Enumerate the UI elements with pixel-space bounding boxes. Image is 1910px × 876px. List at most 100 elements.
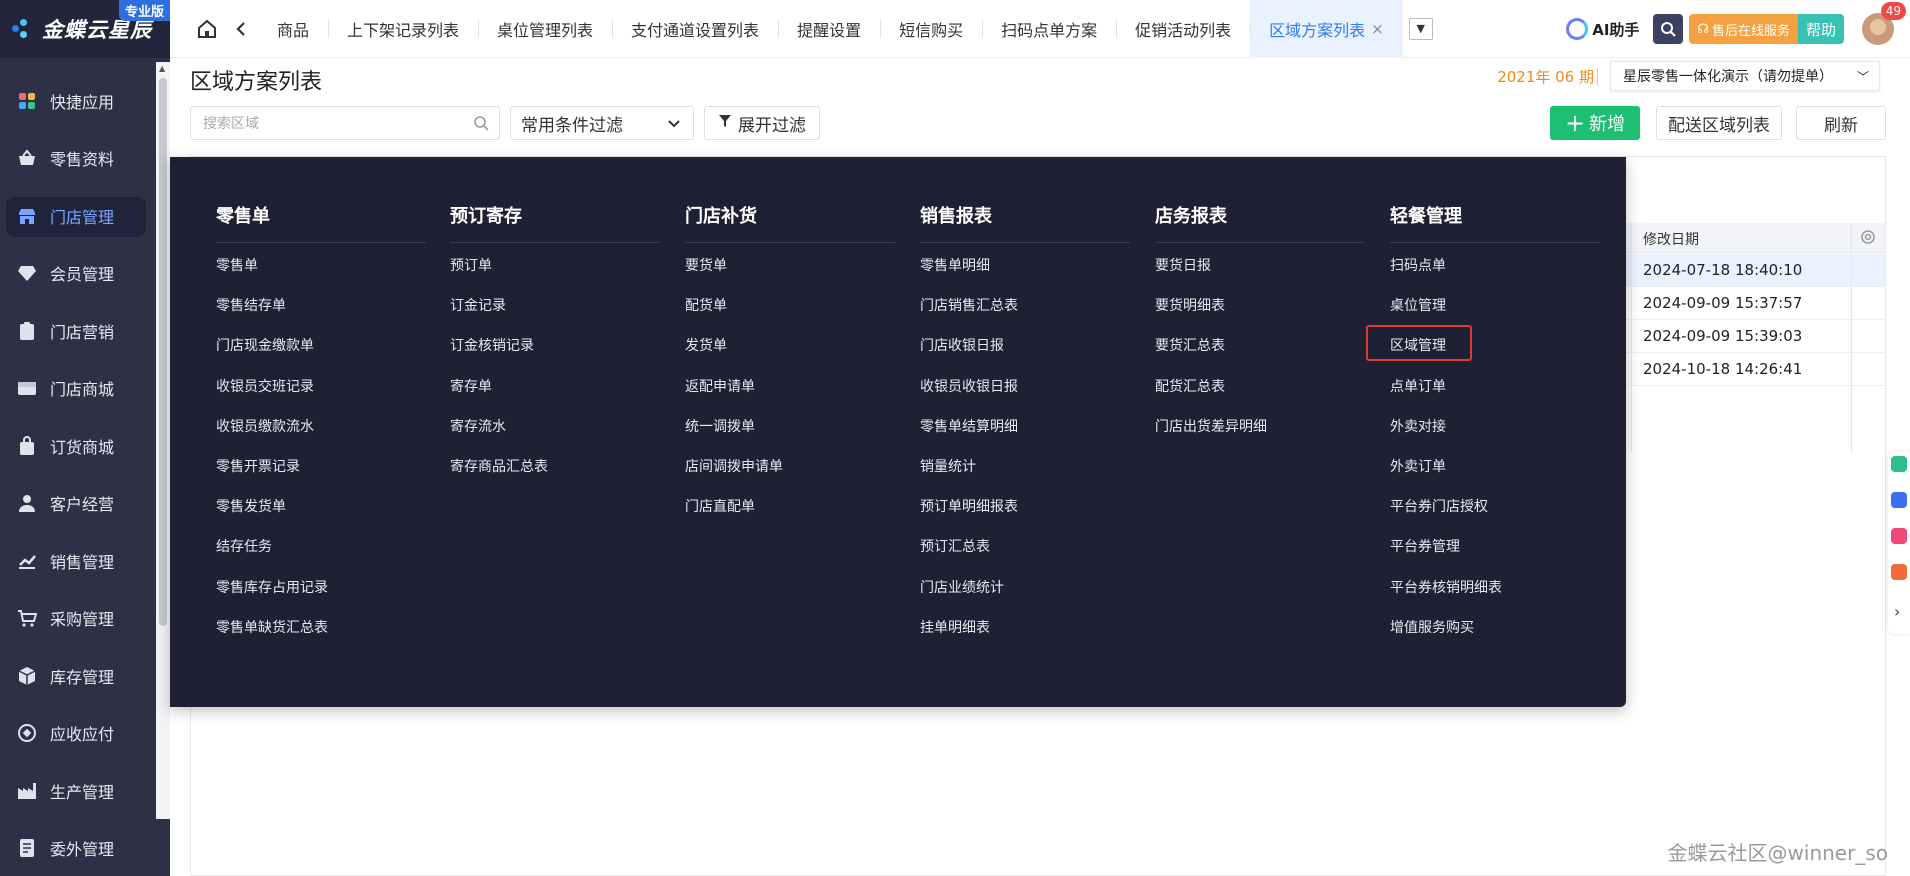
gift-icon[interactable] xyxy=(1891,564,1907,580)
accounting-period[interactable]: 2021年 06 期 xyxy=(1497,66,1594,87)
menu-item[interactable]: 门店出货差异明细 xyxy=(1155,418,1365,458)
delivery-area-list-button[interactable]: 配送区域列表 xyxy=(1656,106,1782,140)
sidebar-item-production[interactable]: 生产管理 xyxy=(0,762,170,820)
menu-item[interactable]: 配货单 xyxy=(685,297,895,337)
search-icon[interactable] xyxy=(473,115,489,135)
menu-item[interactable]: 寄存流水 xyxy=(450,418,660,458)
tab-overflow-dropdown[interactable]: ▼ xyxy=(1408,17,1433,40)
sidebar-item-quick-apps[interactable]: 快捷应用 xyxy=(0,72,170,130)
sidebar-scrollbar[interactable]: ▲ xyxy=(156,62,170,819)
tab-sms-purchase[interactable]: 短信购买 xyxy=(880,0,982,58)
tab-reminder-settings[interactable]: 提醒设置 xyxy=(778,0,880,58)
menu-item[interactable]: 门店直配单 xyxy=(685,498,895,538)
menu-item[interactable]: 零售单结算明细 xyxy=(920,418,1130,458)
menu-item[interactable]: 订金核销记录 xyxy=(450,337,660,377)
menu-item[interactable]: 发货单 xyxy=(685,337,895,377)
common-filter-select[interactable]: 常用条件过滤 xyxy=(510,106,694,140)
global-search-button[interactable] xyxy=(1653,14,1684,44)
sidebar-item-label: 库存管理 xyxy=(50,667,115,687)
menu-item[interactable]: 门店销售汇总表 xyxy=(920,297,1130,337)
tab-shelf-records[interactable]: 上下架记录列表 xyxy=(328,0,478,58)
chevron-right-icon[interactable]: › xyxy=(1894,602,1900,621)
menu-item[interactable]: 寄存商品汇总表 xyxy=(450,458,660,498)
menu-item[interactable]: 增值服务购买 xyxy=(1390,619,1600,659)
menu-item[interactable]: 零售库存占用记录 xyxy=(216,579,426,619)
menu-item[interactable]: 零售结存单 xyxy=(216,297,426,337)
chat-icon[interactable] xyxy=(1891,492,1907,508)
menu-item[interactable]: 零售单明细 xyxy=(920,257,1130,297)
menu-item[interactable]: 平台券管理 xyxy=(1390,538,1600,578)
menu-item[interactable]: 要货明细表 xyxy=(1155,297,1365,337)
tab-scan-order-plan[interactable]: 扫码点单方案 xyxy=(982,0,1116,58)
menu-item[interactable]: 返配申请单 xyxy=(685,378,895,418)
menu-item[interactable]: 店间调拨申请单 xyxy=(685,458,895,498)
menu-item[interactable]: 寄存单 xyxy=(450,378,660,418)
menu-item[interactable]: 零售开票记录 xyxy=(216,458,426,498)
tab-area-plan-list[interactable]: 区域方案列表 × xyxy=(1250,0,1403,58)
sidebar-item-order-mall[interactable]: 订货商城 xyxy=(0,417,170,475)
sidebar-item-store-marketing[interactable]: 门店营销 xyxy=(0,302,170,360)
refresh-button[interactable]: 刷新 xyxy=(1796,106,1886,140)
menu-item[interactable]: 配货汇总表 xyxy=(1155,378,1365,418)
menu-item[interactable]: 要货汇总表 xyxy=(1155,337,1365,377)
menu-item[interactable]: 零售单缺货汇总表 xyxy=(216,619,426,659)
sidebar-item-customer[interactable]: 客户经营 xyxy=(0,475,170,533)
home-icon[interactable] xyxy=(190,0,224,58)
menu-item[interactable]: 挂单明细表 xyxy=(920,619,1130,659)
sidebar-item-store-management[interactable]: 门店管理 xyxy=(0,187,170,245)
menu-item-area-management[interactable]: 区域管理 xyxy=(1366,325,1600,377)
new-button[interactable]: + 新增 xyxy=(1550,106,1640,140)
clipboard-icon[interactable] xyxy=(1891,528,1907,544)
menu-item[interactable]: 收银员交班记录 xyxy=(216,378,426,418)
column-header-modified-date[interactable]: 修改日期 xyxy=(1643,229,1699,249)
sidebar-item-label: 会员管理 xyxy=(50,265,115,285)
chevron-left-icon[interactable] xyxy=(224,0,258,58)
help-circle-icon[interactable] xyxy=(1891,456,1907,472)
organization-select[interactable]: 星辰零售一体化演示（请勿提单） ﹀ xyxy=(1610,61,1880,91)
ai-assistant-button[interactable]: AI助手 xyxy=(1566,18,1639,40)
scrollbar-thumb[interactable] xyxy=(159,78,167,626)
menu-item[interactable]: 要货单 xyxy=(685,257,895,297)
tab-payment-channel[interactable]: 支付通道设置列表 xyxy=(612,0,778,58)
menu-item[interactable]: 收银员收银日报 xyxy=(920,378,1130,418)
menu-item[interactable]: 收银员缴款流水 xyxy=(216,418,426,458)
sidebar-item-receivable[interactable]: 应收应付 xyxy=(0,705,170,763)
menu-item[interactable]: 门店业绩统计 xyxy=(920,579,1130,619)
menu-item[interactable]: 门店现金缴款单 xyxy=(216,337,426,377)
menu-item[interactable]: 平台券核销明细表 xyxy=(1390,579,1600,619)
sidebar-item-outsourcing[interactable]: 委外管理 xyxy=(0,820,170,876)
menu-item[interactable]: 预订单 xyxy=(450,257,660,297)
menu-item[interactable]: 预订汇总表 xyxy=(920,538,1130,578)
help-button[interactable]: 帮助 xyxy=(1797,14,1844,44)
menu-item[interactable]: 零售发货单 xyxy=(216,498,426,538)
menu-item[interactable]: 结存任务 xyxy=(216,538,426,578)
menu-item[interactable]: 外卖订单 xyxy=(1390,458,1600,498)
menu-item[interactable]: 订金记录 xyxy=(450,297,660,337)
menu-item[interactable]: 零售单 xyxy=(216,257,426,297)
menu-item[interactable]: 门店收银日报 xyxy=(920,337,1130,377)
tab-promotions[interactable]: 促销活动列表 xyxy=(1116,0,1250,58)
menu-item[interactable]: 要货日报 xyxy=(1155,257,1365,297)
menu-item[interactable]: 预订单明细报表 xyxy=(920,498,1130,538)
tab-table-management[interactable]: 桌位管理列表 xyxy=(478,0,612,58)
gear-icon[interactable] xyxy=(1859,228,1877,250)
tab-goods[interactable]: 商品 xyxy=(258,0,328,58)
menu-item[interactable]: 外卖对接 xyxy=(1390,418,1600,458)
menu-item[interactable]: 点单订单 xyxy=(1390,378,1600,418)
sidebar-item-purchase[interactable]: 采购管理 xyxy=(0,590,170,648)
close-icon[interactable]: × xyxy=(1371,20,1384,38)
sidebar-item-member[interactable]: 会员管理 xyxy=(0,245,170,303)
menu-item[interactable]: 销量统计 xyxy=(920,458,1130,498)
sidebar-item-sales[interactable]: 销售管理 xyxy=(0,532,170,590)
menu-item[interactable]: 扫码点单 xyxy=(1390,257,1600,297)
expand-filter-button[interactable]: 展开过滤 xyxy=(704,106,820,140)
search-input[interactable]: 搜索区域 xyxy=(190,106,500,140)
menu-item[interactable]: 平台券门店授权 xyxy=(1390,498,1600,538)
menu-item[interactable]: 统一调拨单 xyxy=(685,418,895,458)
online-service-button[interactable]: ☊ 售后在线服务 xyxy=(1689,14,1798,44)
sidebar-item-retail-data[interactable]: 零售资料 xyxy=(0,130,170,188)
scroll-up-icon[interactable]: ▲ xyxy=(159,64,165,73)
sidebar-item-store-mall[interactable]: 门店商城 xyxy=(0,360,170,418)
sidebar-item-inventory[interactable]: 库存管理 xyxy=(0,647,170,705)
notification-badge[interactable]: 49 xyxy=(1880,2,1906,20)
